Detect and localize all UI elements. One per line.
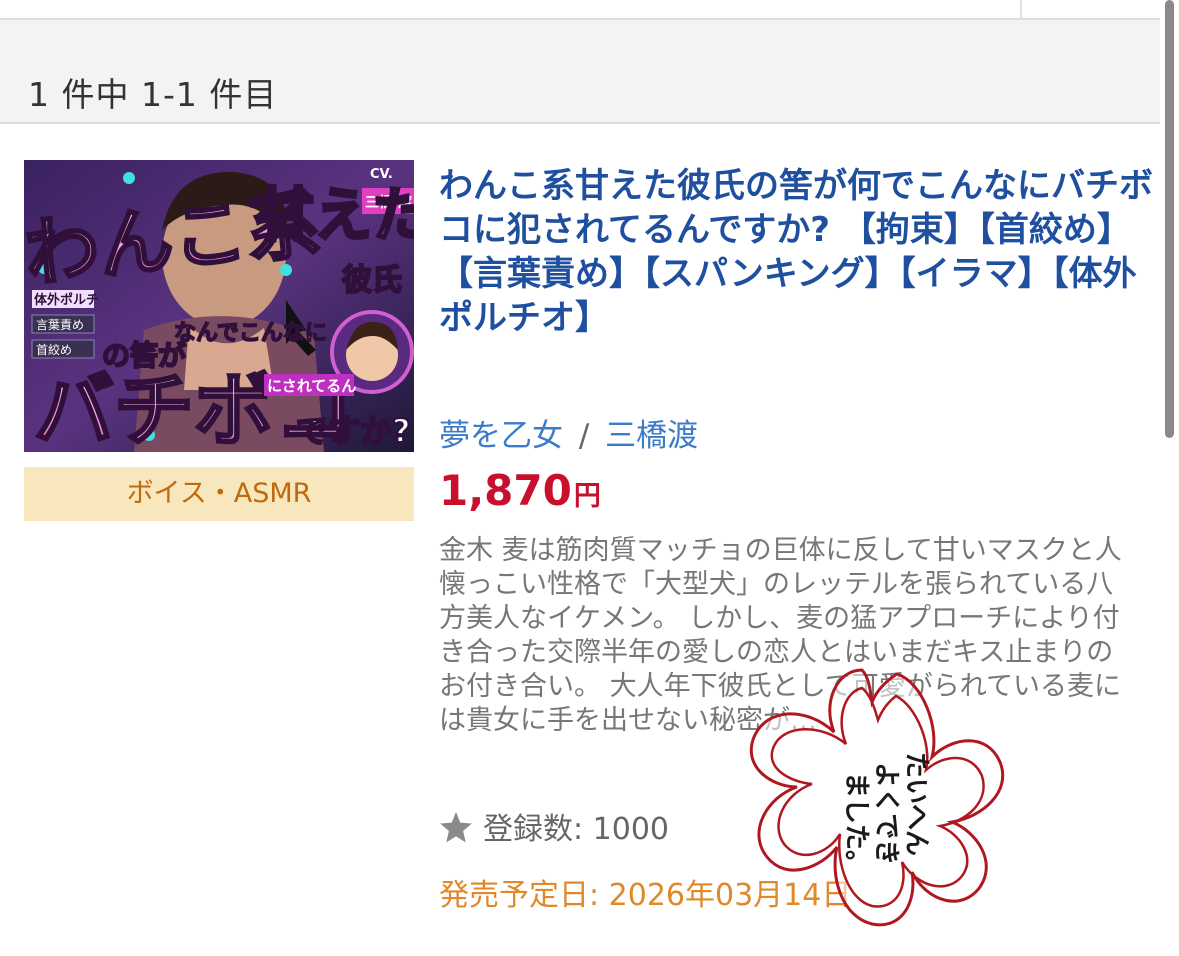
scrollbar-thumb[interactable]	[1165, 0, 1174, 438]
price-amount: 1,870	[439, 466, 572, 515]
thumb-title-kareshi: 彼氏	[342, 263, 402, 298]
result-count: 1 件中 1-1 件目	[28, 75, 278, 114]
thumb-sareteru: にされてるん	[267, 377, 356, 395]
stamp-line-2: よくでき	[871, 762, 901, 865]
sakura-stamp: たいへん よくでき ました。	[712, 662, 1022, 952]
price: 1,870円	[439, 466, 601, 515]
stamp-line-1: たいへん	[901, 752, 931, 856]
top-toolbar	[0, 0, 1160, 20]
price-unit: 円	[573, 481, 601, 512]
result-summary-bar: 1 件中 1-1 件目	[0, 20, 1160, 124]
toolbar-divider	[1020, 0, 1022, 18]
favorites-label: 登録数: 1000	[483, 812, 669, 847]
scrollbar[interactable]	[1160, 0, 1179, 955]
favorites-count: 登録数: 1000	[439, 804, 669, 852]
stamp-line-3: ました。	[841, 772, 871, 876]
category-badge[interactable]: ボイス・ASMR	[24, 467, 414, 521]
thumb-cv: CV.	[370, 167, 393, 182]
thumb-tag-2: 言葉責め	[36, 318, 84, 332]
circle-link[interactable]: 夢を乙女	[439, 418, 563, 454]
thumb-tag-3: 首絞め	[36, 342, 72, 357]
thumb-title-amaeta: 甘えた	[256, 181, 414, 249]
thumb-tag-1: 体外ポルチ	[34, 292, 99, 308]
thumbnail-artwork: CV. 三橋 渡 わんこ系 甘えた 彼氏 なんでこんなに の筈が バチボコ にさ…	[24, 160, 414, 452]
star-icon[interactable]	[439, 812, 473, 852]
voice-actor-link[interactable]: 三橋渡	[605, 418, 698, 454]
meta-separator: /	[578, 418, 590, 454]
thumb-desuka: ですか?	[296, 412, 411, 450]
thumb-naze: なんでこんなに	[174, 321, 327, 346]
sakura-stamp-graphic: たいへん よくでき ました。	[749, 668, 1005, 927]
product-meta: 夢を乙女 / 三橋渡	[439, 410, 698, 455]
product-title-link[interactable]: わんこ系甘えた彼氏の筈が何でこんなにバチボコに犯されてるんですか? 【拘束】【首…	[439, 164, 1155, 340]
product-thumbnail[interactable]: CV. 三橋 渡 わんこ系 甘えた 彼氏 なんでこんなに の筈が バチボコ にさ…	[24, 160, 414, 452]
